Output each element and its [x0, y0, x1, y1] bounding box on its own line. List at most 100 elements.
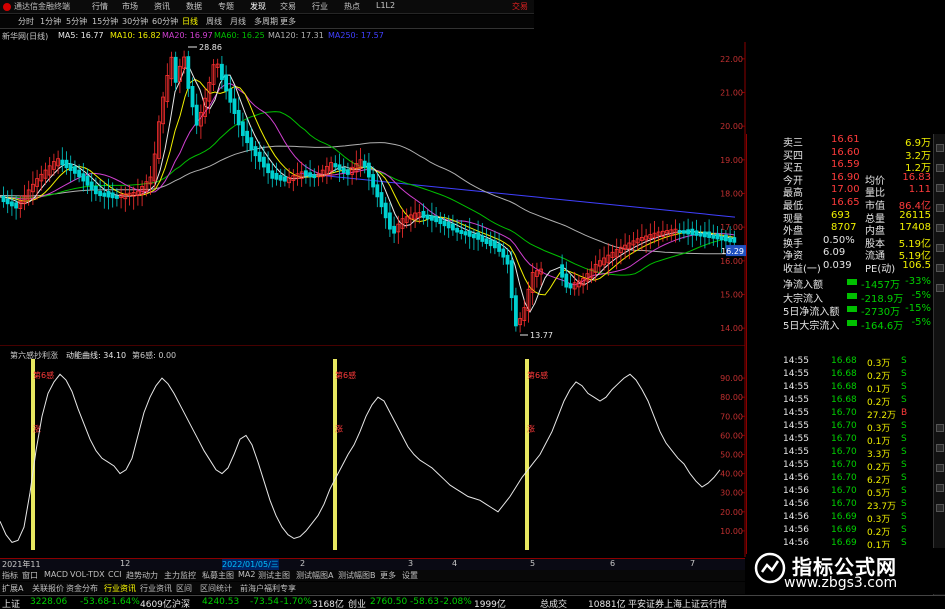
candle-body: [686, 229, 690, 235]
quote-value: 693: [831, 209, 851, 221]
tick-time: 14:56: [783, 512, 809, 522]
indicator-tick-label: 30.00: [720, 489, 743, 498]
tick-side: S: [901, 473, 907, 483]
status-item: 4609亿: [140, 600, 172, 609]
sidebar-icon[interactable]: [936, 424, 944, 432]
tab-vol-tdx[interactable]: VOL-TDX: [70, 570, 105, 579]
candle-body: [392, 225, 397, 234]
status-item: -73.54: [250, 597, 280, 607]
tab2-guanlian[interactable]: 关联报价: [32, 583, 64, 594]
tab-ceshi-b[interactable]: 测试幅图B: [338, 570, 376, 581]
tab-chuangkou[interactable]: 窗口: [22, 570, 38, 581]
sidebar-icon[interactable]: [936, 244, 944, 252]
tab-ma2[interactable]: MA2: [238, 570, 255, 579]
tick-volume: 6.2万: [867, 476, 891, 486]
sidebar-icon[interactable]: [936, 264, 944, 272]
period-60min[interactable]: 60分钟: [152, 16, 178, 27]
sidebar-icon[interactable]: [936, 484, 944, 492]
tick-volume: 3.3万: [867, 450, 891, 460]
quote-value2: 16.83: [902, 171, 931, 183]
signal-label: 第6感: [33, 370, 54, 380]
menu-hangqing[interactable]: 行情: [92, 1, 108, 12]
tab-qushi[interactable]: 趋势动力: [126, 570, 158, 581]
price-tick-label: 17.00: [720, 223, 743, 232]
sidebar-icon[interactable]: [936, 224, 944, 232]
ma10-label: MA10: 16.82: [110, 31, 161, 40]
sidebar-icon[interactable]: [936, 144, 944, 152]
candle-body: [236, 109, 241, 126]
status-item: -53.68: [80, 597, 110, 607]
sidebar-icon[interactable]: [936, 204, 944, 212]
quote-value: 0.039: [823, 260, 852, 271]
tab-zhuli[interactable]: 主力监控: [164, 570, 196, 581]
tick-row: 14:55 16.70 0.2万 S: [783, 460, 933, 473]
period-5min[interactable]: 5分钟: [66, 16, 87, 27]
quote-row: 净资 6.09 流通 5.19亿: [783, 247, 933, 262]
menu-jiaoyi[interactable]: 交易: [280, 1, 296, 12]
menu-faxian[interactable]: 发现: [250, 1, 266, 12]
period-multi[interactable]: 多周期: [254, 16, 278, 27]
watermark-logo-icon: [754, 552, 786, 584]
menu-zixun[interactable]: 资讯: [154, 1, 170, 12]
tab-ceshi-a[interactable]: 测试幅图A: [296, 570, 333, 581]
menu-zhuanti[interactable]: 专题: [218, 1, 234, 12]
sidebar-icon[interactable]: [936, 464, 944, 472]
tab-cci[interactable]: CCI: [108, 570, 122, 579]
indicator-tick-label: 60.00: [720, 431, 743, 440]
period-15min[interactable]: 15分钟: [92, 16, 118, 27]
menu-redian[interactable]: 热点: [344, 1, 360, 12]
period-30min[interactable]: 30分钟: [122, 16, 148, 27]
candle-body: [333, 163, 338, 168]
tab2-qujiantongji[interactable]: 区间统计: [200, 583, 232, 594]
candle-body: [728, 237, 732, 243]
period-daily[interactable]: 日线: [182, 16, 198, 27]
tick-price: 16.70: [831, 434, 857, 444]
period-fenshi[interactable]: 分时: [18, 16, 34, 27]
tick-volume: 0.2万: [867, 528, 891, 538]
tab-simu[interactable]: 私募主图: [202, 570, 234, 581]
tab2-kuozhan[interactable]: 扩展A: [2, 583, 23, 594]
flow-pct: -5%: [911, 316, 931, 328]
tab-settings[interactable]: 设置: [402, 570, 418, 581]
tick-price: 16.70: [831, 408, 857, 418]
kline-chart[interactable]: 22.00 21.00 20.00 19.00 18.00 17.00 16.00 15.00…: [0, 42, 746, 345]
period-more[interactable]: 更多: [280, 16, 296, 27]
status-item: -1.70%: [280, 597, 312, 607]
tick-row: 14:56 16.70 23.7万 S: [783, 499, 933, 512]
period-weekly[interactable]: 周线: [206, 16, 222, 27]
candle-body: [375, 184, 380, 198]
menu-shichang[interactable]: 市场: [122, 1, 138, 12]
sidebar-icon[interactable]: [936, 184, 944, 192]
tab-ceshi-main[interactable]: 测试主图: [258, 570, 290, 581]
tick-time: 14:55: [783, 382, 809, 392]
candle-body: [560, 264, 564, 278]
sidebar-icon[interactable]: [936, 444, 944, 452]
candle-body: [677, 230, 682, 234]
sidebar-icon[interactable]: [936, 504, 944, 512]
tab-more[interactable]: 更多: [380, 570, 396, 581]
menu-shuju[interactable]: 数据: [186, 1, 202, 12]
tab2-hangye2[interactable]: 行业资讯: [140, 583, 172, 594]
flow-bar: [847, 279, 857, 285]
price-tick-label: 21.00: [720, 89, 743, 98]
ma20-label: MA20: 16.97: [162, 31, 213, 40]
sidebar-icon[interactable]: [936, 284, 944, 292]
period-monthly[interactable]: 月线: [230, 16, 246, 27]
period-1min[interactable]: 1分钟: [40, 16, 61, 27]
candle-body: [698, 232, 703, 237]
sidebar-icon[interactable]: [936, 164, 944, 172]
menu-hangye[interactable]: 行业: [312, 1, 328, 12]
tab2-qujian[interactable]: 区间: [176, 583, 192, 594]
tick-time: 14:55: [783, 356, 809, 366]
tab2-fuli[interactable]: 前海户福利专享: [240, 583, 296, 594]
menu-l1l2[interactable]: L1L2: [376, 1, 395, 10]
indicator-chart[interactable]: 90.00 80.00 70.00 60.00 50.00 40.00 30.00 20.00…: [0, 345, 746, 557]
tab-zhibiao[interactable]: 指标: [2, 570, 18, 581]
tab2-zijin[interactable]: 资金分布: [66, 583, 98, 594]
trade-link[interactable]: 交易: [512, 1, 528, 12]
capital-flow-panel: 净流入额 -1457万 -33% 大宗流入 -218.9万 -5% 5日净流入额 -2730万…: [783, 276, 933, 332]
tab2-hangye[interactable]: 行业资讯: [104, 583, 136, 594]
tab-macd[interactable]: MACD: [44, 570, 68, 579]
status-item: -58.63: [410, 597, 440, 607]
candle-body: [509, 260, 514, 299]
